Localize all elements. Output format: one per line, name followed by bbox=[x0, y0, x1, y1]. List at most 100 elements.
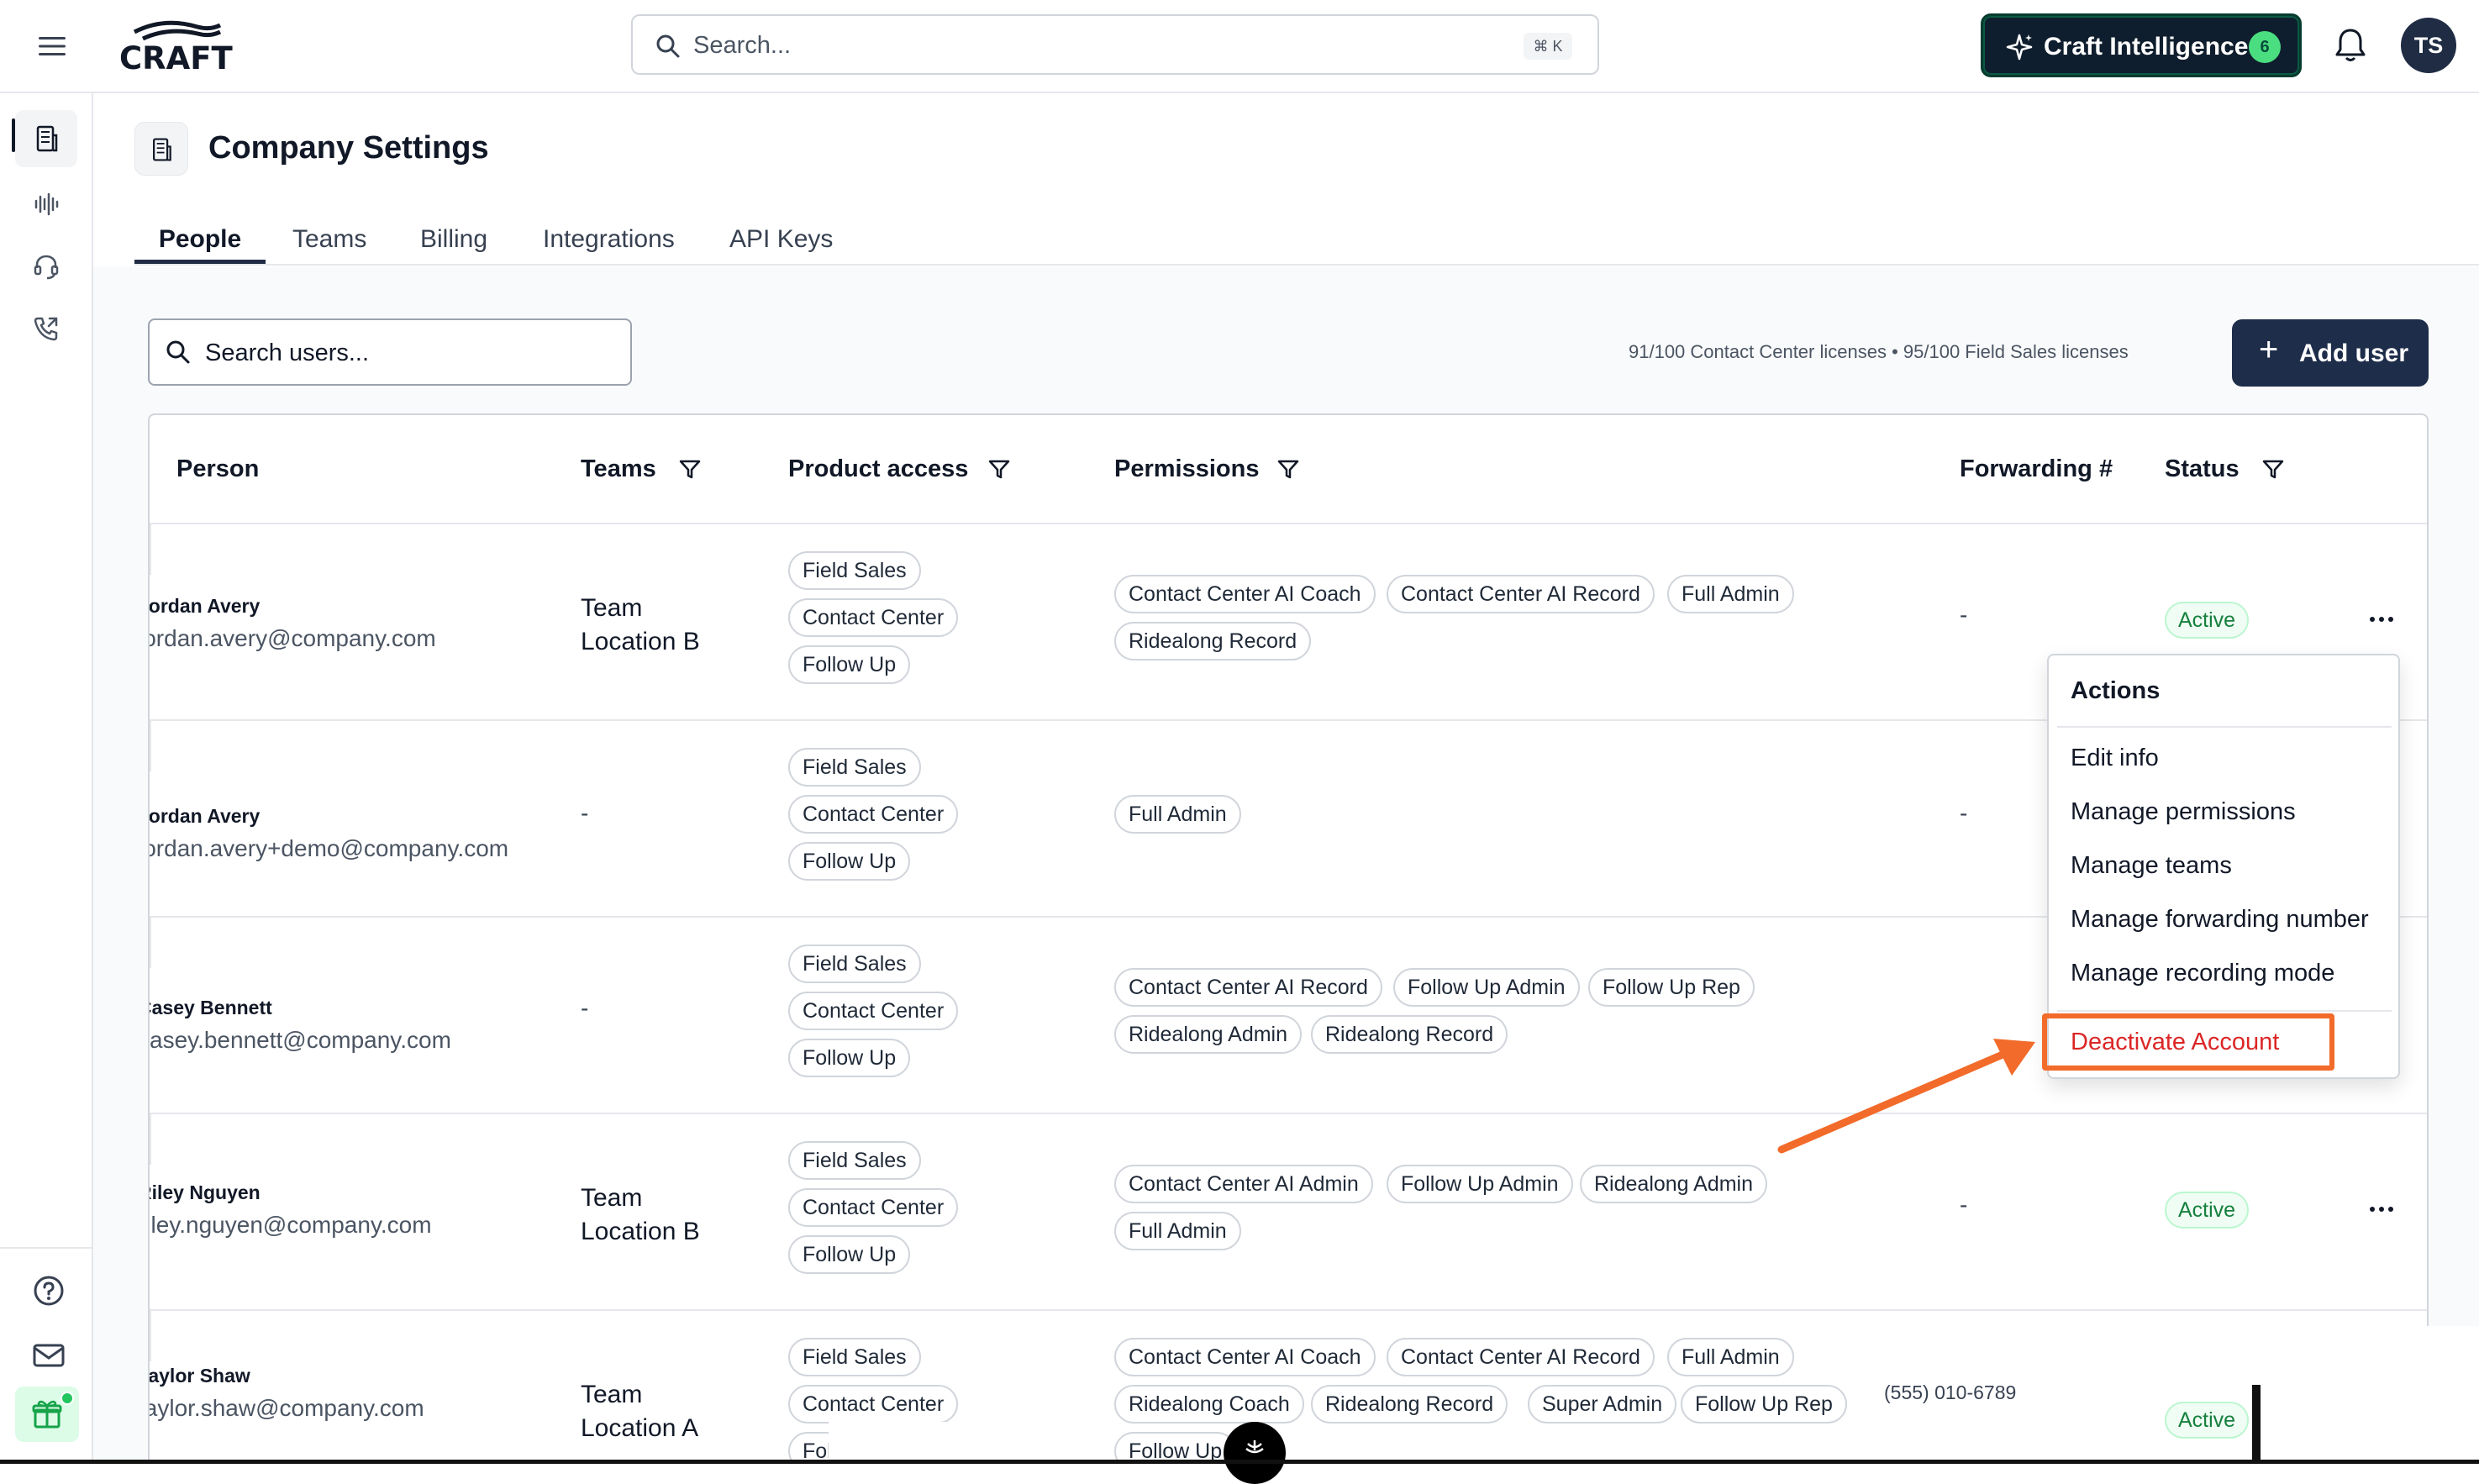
sidebar-item-audio[interactable] bbox=[15, 176, 77, 233]
sidebar-item-company[interactable] bbox=[15, 110, 77, 167]
header-product-access[interactable]: Product access bbox=[788, 455, 968, 483]
product-chip: Follow Up bbox=[788, 1235, 911, 1274]
person-name: Jordan Avery bbox=[148, 805, 261, 827]
license-counts: 91/100 Contact Center licenses • 95/100 … bbox=[1629, 341, 2129, 362]
building-icon bbox=[134, 122, 188, 176]
hamburger-menu-icon[interactable] bbox=[34, 30, 72, 62]
permission-chip: Ridealong Coach bbox=[1114, 1385, 1304, 1423]
person-name: Taylor Shaw bbox=[148, 1365, 250, 1387]
product-chip: Follow Up bbox=[788, 645, 911, 684]
product-chip: Contact Center bbox=[788, 795, 959, 834]
tab-api-keys[interactable]: API Keys bbox=[729, 217, 833, 264]
user-search-input[interactable]: Search users... bbox=[148, 318, 632, 386]
bell-icon[interactable] bbox=[2333, 27, 2368, 64]
product-chip: Contact Center bbox=[788, 992, 959, 1030]
user-avatar[interactable]: TS bbox=[2401, 18, 2456, 73]
notification-dot bbox=[61, 1392, 74, 1405]
permission-chip: Contact Center AI Record bbox=[1114, 968, 1382, 1007]
assistant-fab[interactable] bbox=[1224, 1422, 1286, 1484]
logo-text: CRAFT bbox=[119, 40, 233, 76]
menu-item-manage-teams[interactable]: Manage teams bbox=[2071, 852, 2232, 880]
filter-icon[interactable] bbox=[1277, 459, 1299, 481]
panel-edge bbox=[2252, 1385, 2261, 1464]
add-user-button[interactable]: + Add user bbox=[2232, 319, 2429, 387]
permission-chip: Ridealong Record bbox=[1114, 622, 1312, 660]
row-divider bbox=[150, 918, 151, 968]
filter-icon[interactable] bbox=[988, 459, 1010, 481]
team-name: - bbox=[581, 800, 589, 826]
global-search-input[interactable]: Search... ⌘ K bbox=[631, 14, 1599, 75]
product-chip: Field Sales bbox=[788, 551, 921, 590]
craft-intelligence-button[interactable]: Craft Intelligence 6 bbox=[1981, 13, 2302, 77]
product-chip: Contact Center bbox=[788, 1385, 959, 1423]
permission-chip: Follow Up Rep bbox=[1588, 968, 1755, 1007]
header-person[interactable]: Person bbox=[176, 455, 259, 483]
product-chip: Field Sales bbox=[788, 1338, 921, 1376]
more-horizontal-icon[interactable] bbox=[2365, 607, 2398, 632]
header-status[interactable]: Status bbox=[2165, 455, 2240, 483]
sidebar-item-calls[interactable] bbox=[15, 300, 77, 357]
permission-chip: Follow Up Admin bbox=[1393, 968, 1580, 1007]
floating-panel bbox=[829, 1422, 963, 1464]
header-teams[interactable]: Teams bbox=[581, 455, 656, 483]
permission-chip: Contact Center AI Admin bbox=[1114, 1165, 1373, 1203]
permission-chip: Contact Center AI Coach bbox=[1114, 1338, 1376, 1376]
header-permissions[interactable]: Permissions bbox=[1114, 455, 1259, 483]
notification-count-badge: 6 bbox=[2249, 31, 2281, 63]
tab-billing[interactable]: Billing bbox=[420, 217, 487, 264]
menu-item-manage-permissions[interactable]: Manage permissions bbox=[2071, 798, 2296, 826]
table-row[interactable]: Taylor Shaw taylor.shaw@company.com Team… bbox=[148, 1309, 2427, 1464]
tab-integrations[interactable]: Integrations bbox=[543, 217, 675, 264]
permission-chip: Follow Up Rep bbox=[1681, 1385, 1847, 1423]
header-forwarding[interactable]: Forwarding # bbox=[1960, 455, 2113, 483]
tab-teams[interactable]: Teams bbox=[292, 217, 366, 264]
table-row[interactable]: Riley Nguyen riley.nguyen@company.com Te… bbox=[148, 1113, 2427, 1309]
settings-tabs: People Teams Billing Integrations API Ke… bbox=[134, 210, 2479, 266]
highlight-box bbox=[2042, 1013, 2334, 1071]
product-chip: Follow Up bbox=[788, 1039, 911, 1077]
product-chip: Contact Center bbox=[788, 598, 959, 637]
help-icon[interactable] bbox=[32, 1274, 66, 1308]
person-name: Riley Nguyen bbox=[148, 1181, 261, 1203]
screen-bottom-edge bbox=[0, 1460, 2479, 1464]
building-icon bbox=[36, 125, 58, 152]
permission-chip: Contact Center AI Record bbox=[1387, 575, 1655, 613]
filter-icon[interactable] bbox=[679, 459, 701, 481]
permission-chip: Contact Center AI Record bbox=[1387, 1338, 1655, 1376]
phone-forward-icon bbox=[34, 317, 58, 341]
annotation-arrow-icon bbox=[1777, 1039, 2035, 1154]
search-icon bbox=[656, 34, 680, 58]
menu-item-manage-recording[interactable]: Manage recording mode bbox=[2071, 960, 2334, 987]
more-horizontal-icon[interactable] bbox=[2365, 1197, 2398, 1222]
active-indicator bbox=[12, 118, 15, 152]
team-name: Team Location A bbox=[581, 1381, 699, 1442]
permission-chip: Ridealong Admin bbox=[1580, 1165, 1768, 1203]
team-name: - bbox=[581, 995, 589, 1021]
sidebar-item-support[interactable] bbox=[15, 238, 77, 295]
user-search-placeholder: Search users... bbox=[205, 339, 370, 366]
mail-icon[interactable] bbox=[32, 1340, 66, 1371]
menu-item-manage-forwarding[interactable]: Manage forwarding number bbox=[2071, 906, 2369, 934]
menu-divider bbox=[2057, 726, 2392, 728]
tab-people[interactable]: People bbox=[134, 217, 266, 264]
person-email: riley.nguyen@company.com bbox=[148, 1212, 432, 1238]
product-chip: Contact Center bbox=[788, 1188, 959, 1227]
permission-chip: Full Admin bbox=[1114, 795, 1241, 834]
permission-chip: Ridealong Record bbox=[1311, 1385, 1508, 1423]
sidebar bbox=[0, 93, 93, 1464]
permission-chip: Super Admin bbox=[1528, 1385, 1677, 1423]
shortcut-hint: ⌘ K bbox=[1524, 33, 1572, 60]
status-badge: Active bbox=[2165, 1402, 2250, 1439]
permission-chip: Full Admin bbox=[1114, 1212, 1241, 1250]
filter-icon[interactable] bbox=[2262, 459, 2284, 481]
waveform-icon bbox=[34, 192, 59, 216]
sparkle-icon bbox=[2006, 34, 2033, 61]
permission-chip: Follow Up Admin bbox=[1387, 1165, 1573, 1203]
search-placeholder: Search... bbox=[693, 32, 792, 59]
person-email: taylor.shaw@company.com bbox=[148, 1395, 424, 1421]
menu-item-edit-info[interactable]: Edit info bbox=[2071, 745, 2159, 772]
status-badge: Active bbox=[2165, 1192, 2250, 1229]
row-divider bbox=[150, 1114, 151, 1165]
menu-divider bbox=[2057, 1010, 2392, 1012]
person-name: Jordan Avery bbox=[148, 595, 261, 617]
